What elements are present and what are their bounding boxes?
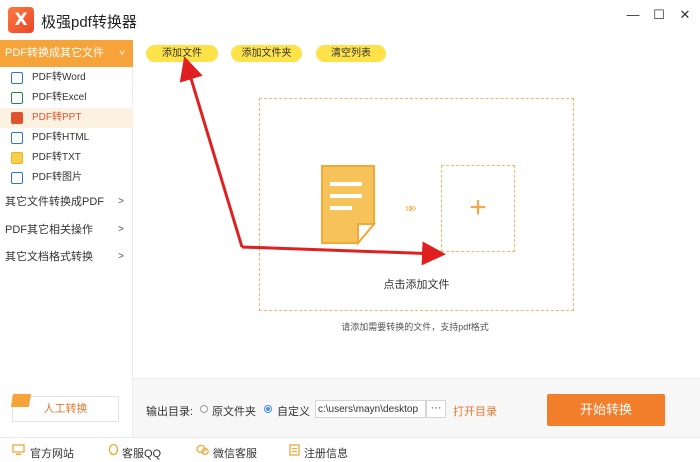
document-icon <box>321 165 377 246</box>
sidebar-item-pdf-to-excel[interactable]: PDF转Excel <box>0 88 133 108</box>
footer-wechat-link[interactable]: 微信客服 <box>213 445 257 461</box>
maximize-button[interactable]: ☐ <box>648 6 670 24</box>
sidebar-item-label: PDF转HTML <box>32 132 90 143</box>
sidebar-group-label: PDF其它相关操作 <box>5 224 93 236</box>
add-folder-button[interactable]: 添加文件夹 <box>231 45 302 62</box>
footer-website-link[interactable]: 官方网站 <box>30 445 74 461</box>
qq-icon <box>108 444 119 456</box>
open-directory-link[interactable]: 打开目录 <box>453 403 497 419</box>
clear-list-button[interactable]: 清空列表 <box>316 45 386 62</box>
human-convert-button[interactable]: 人工转换 <box>10 394 119 422</box>
chevron-right-icon: > <box>118 196 124 207</box>
txt-file-icon <box>11 152 23 164</box>
sidebar-group-pdf-operations[interactable]: PDF其它相关操作 > <box>0 217 133 243</box>
excel-file-icon <box>11 92 23 104</box>
radio-custom-folder[interactable] <box>264 405 272 413</box>
sidebar-item-pdf-to-ppt[interactable]: PDF转PPT <box>0 108 133 128</box>
app-title: 极强pdf转换器 <box>41 14 137 31</box>
radio-original-folder[interactable] <box>200 405 208 413</box>
sidebar-item-label: PDF转PPT <box>32 112 82 123</box>
sidebar-item-pdf-to-html[interactable]: PDF转HTML <box>0 128 133 148</box>
sidebar-item-label: PDF转Excel <box>32 92 87 103</box>
wechat-icon <box>196 444 209 455</box>
register-icon <box>289 444 300 456</box>
footer-qq-link[interactable]: 客服QQ <box>122 445 161 461</box>
radio-custom-folder-label[interactable]: 自定义 <box>277 403 310 419</box>
monitor-icon <box>12 444 25 455</box>
add-file-plus-button[interactable]: + <box>441 165 515 252</box>
badge-icon <box>10 394 32 407</box>
output-dir-label: 输出目录: <box>146 406 194 418</box>
sidebar-item-label: PDF转图片 <box>32 172 82 183</box>
image-file-icon <box>11 172 23 184</box>
start-convert-button[interactable]: 开始转换 <box>547 394 665 426</box>
close-button[interactable]: ✕ <box>674 6 696 24</box>
human-convert-label: 人工转换 <box>43 403 88 415</box>
ppt-file-icon <box>11 112 23 124</box>
radio-original-folder-label[interactable]: 原文件夹 <box>212 403 256 419</box>
footer-register-link[interactable]: 注册信息 <box>304 445 348 461</box>
word-file-icon <box>11 72 23 84</box>
sidebar-group-label: 其它文件转换成PDF <box>5 196 104 208</box>
forward-arrows-icon: »» <box>405 200 417 215</box>
add-file-button[interactable]: 添加文件 <box>146 45 218 62</box>
sidebar-item-label: PDF转Word <box>32 72 86 83</box>
app-logo: X <box>8 7 34 33</box>
chevron-down-icon: ˅ <box>119 48 125 59</box>
sidebar-group-label: 其它文档格式转换 <box>5 251 93 263</box>
footer: 官方网站 客服QQ 微信客服 注册信息 <box>0 437 700 462</box>
minimize-button[interactable]: — <box>622 6 644 24</box>
browse-button[interactable]: ··· <box>426 400 446 418</box>
chevron-right-icon: > <box>118 224 124 235</box>
html-file-icon <box>11 132 23 144</box>
supported-format-hint: 请添加需要转换的文件，支持pdf格式 <box>341 322 489 332</box>
sidebar: PDF转换成其它文件 ˅ PDF转Word PDF转Excel PDF转PPT … <box>0 40 133 437</box>
title-bar: X 极强pdf转换器 — ☐ ✕ <box>0 0 700 40</box>
sidebar-group-label: PDF转换成其它文件 <box>5 47 104 59</box>
chevron-right-icon: > <box>118 251 124 262</box>
sidebar-item-label: PDF转TXT <box>32 152 81 163</box>
annotation-arrow-up <box>179 56 244 248</box>
drop-zone-label[interactable]: 点击添加文件 <box>259 276 574 292</box>
sidebar-item-pdf-to-word[interactable]: PDF转Word <box>0 68 133 88</box>
sidebar-group-other-formats[interactable]: 其它文档格式转换 > <box>0 244 133 270</box>
output-path-input[interactable] <box>315 400 426 418</box>
sidebar-group-pdf-to-other[interactable]: PDF转换成其它文件 ˅ <box>0 40 133 67</box>
sidebar-item-pdf-to-txt[interactable]: PDF转TXT <box>0 148 133 168</box>
sidebar-group-other-to-pdf[interactable]: 其它文件转换成PDF > <box>0 189 133 215</box>
sidebar-item-pdf-to-image[interactable]: PDF转图片 <box>0 168 133 188</box>
